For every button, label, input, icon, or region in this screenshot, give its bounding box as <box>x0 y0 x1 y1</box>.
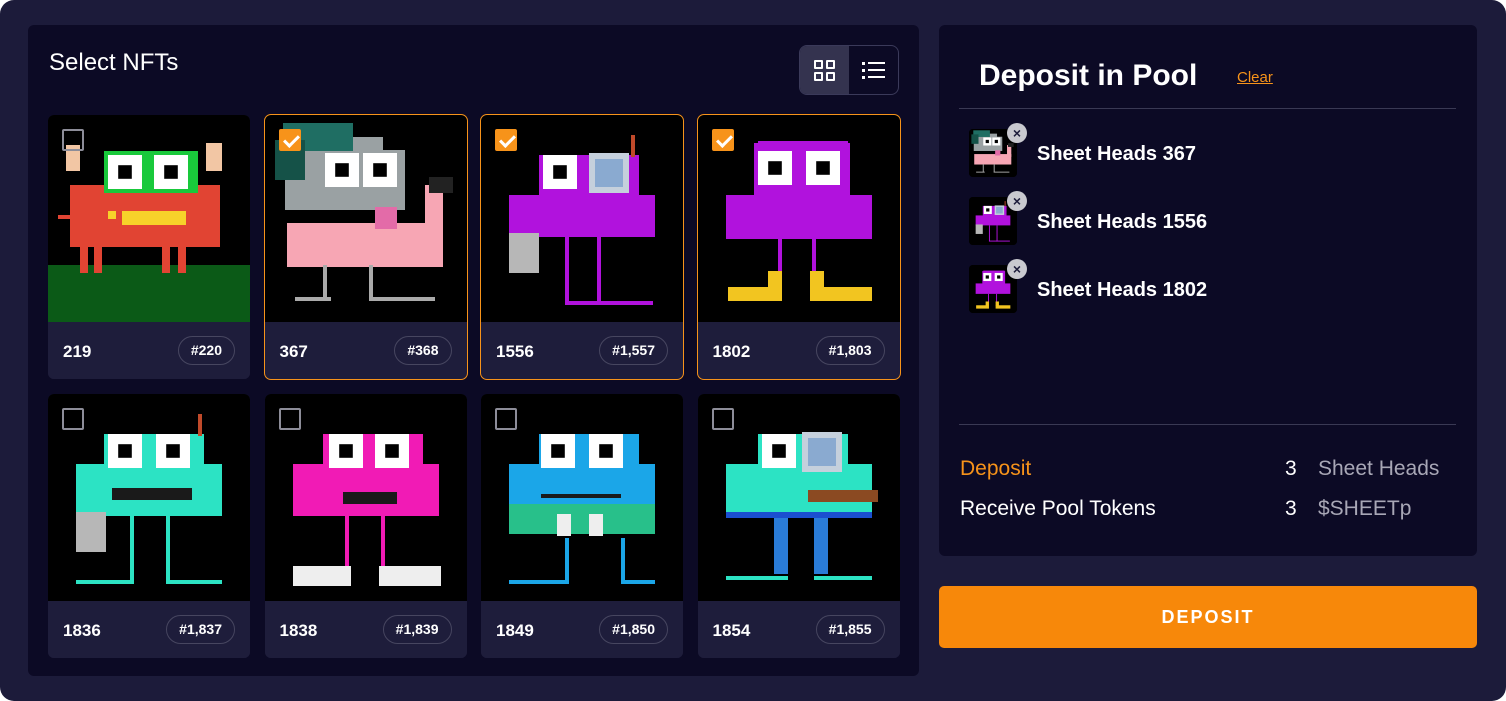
nft-checkbox[interactable] <box>62 408 84 430</box>
nft-card-footer: 367 #368 <box>264 322 467 379</box>
deposit-panel: Deposit in Pool Clear × Sheet Heads 367 × S… <box>939 25 1477 556</box>
nft-number: 1836 <box>63 621 101 640</box>
nft-card-footer: 1849 #1,850 <box>481 601 683 658</box>
nft-rank-badge: #1,855 <box>815 615 885 644</box>
nft-rank-badge: #1,850 <box>599 615 668 644</box>
divider <box>959 424 1456 425</box>
nft-card-footer: 1838 #1,839 <box>264 601 467 658</box>
selected-nft-item: × Sheet Heads 367 <box>969 123 1429 179</box>
close-icon[interactable]: × <box>1007 191 1027 211</box>
divider <box>959 108 1456 109</box>
nft-card[interactable]: 1802 #1,803 <box>696 114 901 380</box>
deposit-title: Deposit in Pool <box>979 59 1198 92</box>
close-icon[interactable]: × <box>1007 123 1027 143</box>
nft-rank-badge: #1,803 <box>815 336 885 365</box>
selected-nft-item: × Sheet Heads 1556 <box>969 191 1429 247</box>
nft-card[interactable]: 1854 #1,855 <box>697 394 900 658</box>
nft-rank-badge: #1,557 <box>599 336 668 365</box>
nft-checkbox[interactable] <box>711 129 734 151</box>
nft-checkbox[interactable] <box>278 129 301 151</box>
selected-nft-name: Sheet Heads 367 <box>1037 143 1196 165</box>
close-icon[interactable]: × <box>1007 259 1027 279</box>
list-view-button[interactable] <box>849 46 898 94</box>
nft-checkbox[interactable] <box>278 408 301 430</box>
summary-quantity: 3 <box>1285 457 1297 480</box>
nft-rank-badge: #1,839 <box>382 615 452 644</box>
nft-card[interactable]: 367 #368 <box>263 114 468 380</box>
nft-card-footer: 1854 #1,855 <box>697 601 900 658</box>
nft-rank-badge: #368 <box>394 336 452 365</box>
summary-row: Receive Pool Tokens 3 $SHEETp <box>960 497 1457 527</box>
app-frame: Select NFTs 219 #220 367 #368 1556 #1,557 1802… <box>0 0 1506 701</box>
nft-card[interactable]: 1836 #1,837 <box>48 394 250 658</box>
selected-nft-item: × Sheet Heads 1802 <box>969 259 1429 315</box>
summary-row: Deposit 3 Sheet Heads <box>960 457 1457 487</box>
deposit-button[interactable]: DEPOSIT <box>939 586 1477 648</box>
nft-card[interactable]: 1838 #1,839 <box>264 394 467 658</box>
list-icon <box>862 61 885 79</box>
nft-card-footer: 1836 #1,837 <box>48 601 250 658</box>
nft-card[interactable]: 219 #220 <box>48 115 250 379</box>
nft-number: 219 <box>63 342 92 361</box>
nft-rank-badge: #220 <box>177 336 235 365</box>
nft-rank-badge: #1,837 <box>166 615 235 644</box>
selected-nft-name: Sheet Heads 1802 <box>1037 279 1208 301</box>
nft-number: 367 <box>279 342 308 361</box>
nft-number: 1849 <box>496 621 534 640</box>
selected-nft-name: Sheet Heads 1556 <box>1037 211 1208 233</box>
nft-checkbox[interactable] <box>711 408 734 430</box>
panel-title: Select NFTs <box>49 49 179 76</box>
nft-checkbox[interactable] <box>495 408 517 430</box>
nft-number: 1556 <box>496 342 534 361</box>
summary-label: Deposit <box>960 457 1032 480</box>
nft-card[interactable]: 1849 #1,850 <box>481 394 683 658</box>
summary-unit: Sheet Heads <box>1318 457 1440 480</box>
summary-unit: $SHEETp <box>1318 497 1412 520</box>
summary-label: Receive Pool Tokens <box>960 497 1156 520</box>
summary-quantity: 3 <box>1285 497 1297 520</box>
clear-link[interactable]: Clear <box>1237 69 1273 86</box>
view-toggle <box>799 45 899 95</box>
grid-view-button[interactable] <box>800 46 849 94</box>
nft-card[interactable]: 1556 #1,557 <box>480 114 684 380</box>
nft-number: 1802 <box>712 342 751 361</box>
nft-card-footer: 1802 #1,803 <box>697 322 900 379</box>
nft-number: 1854 <box>712 621 751 640</box>
select-nfts-panel: Select NFTs 219 #220 367 #368 1556 #1,557 1802… <box>28 25 919 676</box>
nft-checkbox[interactable] <box>62 129 84 151</box>
nft-checkbox[interactable] <box>495 129 517 151</box>
grid-icon <box>814 59 835 81</box>
nft-number: 1838 <box>279 621 318 640</box>
nft-card-footer: 219 #220 <box>48 322 250 379</box>
nft-card-footer: 1556 #1,557 <box>481 322 683 379</box>
